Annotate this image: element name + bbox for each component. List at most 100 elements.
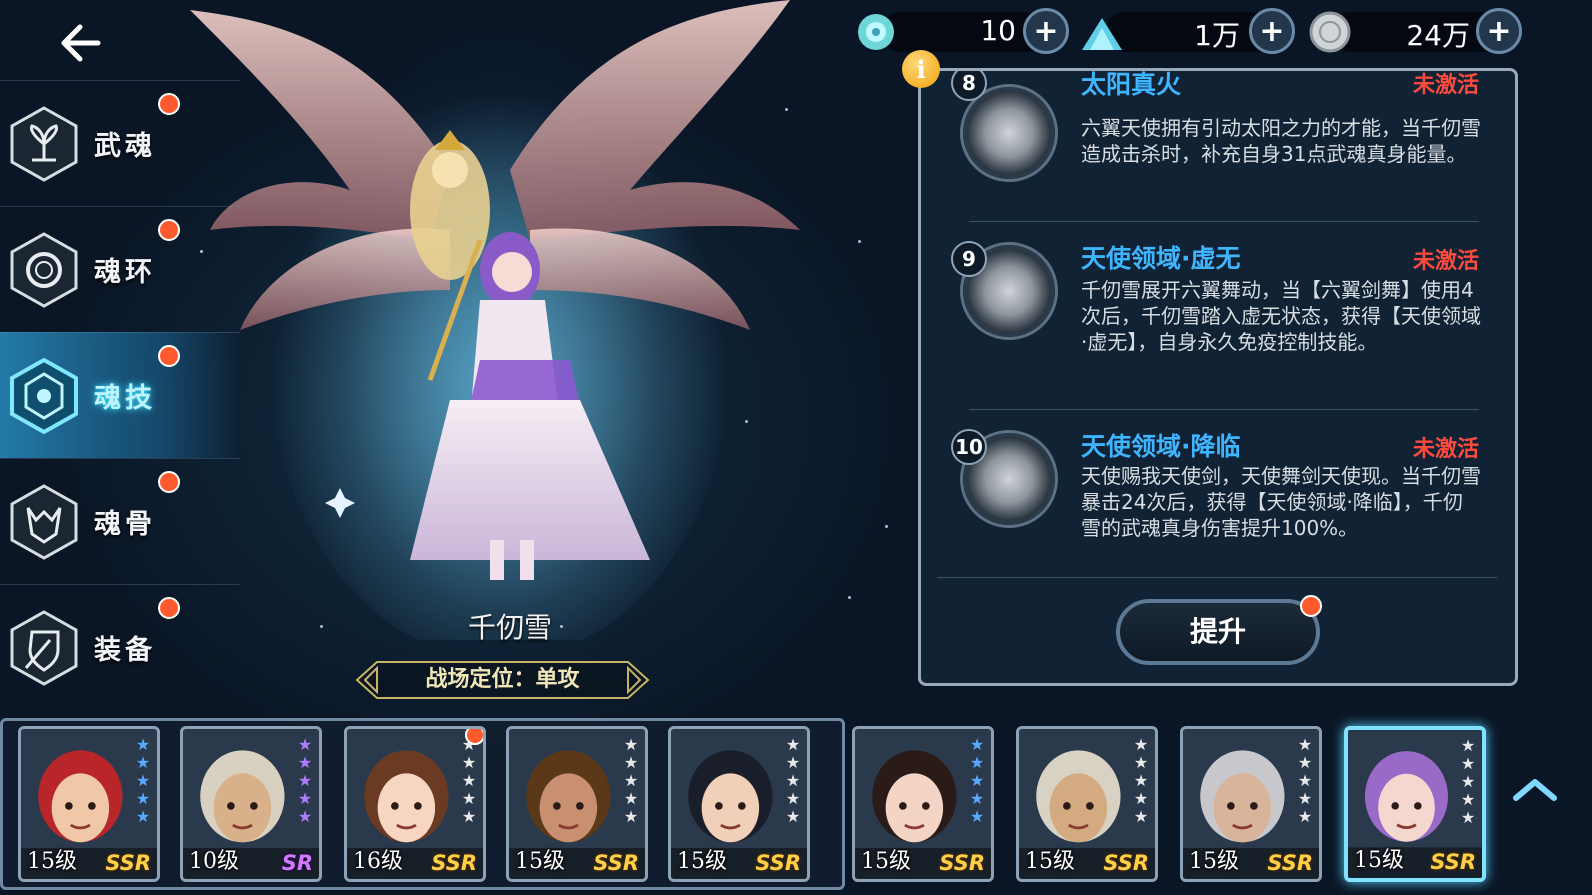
hero-card[interactable]: ★ ★ ★ ★ ★ 15级 SSR: [1180, 726, 1322, 882]
hero-card[interactable]: ★ ★ ★ ★ ★ 15级 SSR: [852, 726, 994, 882]
star-icon: ★: [969, 807, 985, 826]
skill-title: 太阳真火: [1081, 71, 1182, 99]
star-icon: ★: [623, 771, 639, 790]
hero-rarity: SSR: [593, 851, 639, 875]
soul-bone-icon: [10, 483, 78, 560]
menu-item-zhuangbei[interactable]: 装备: [0, 584, 240, 710]
skill-description: 千仞雪展开六翼舞动，当【六翼剑舞】使用4次后，千仞雪踏入虚无状态，获得【天使领域…: [1081, 278, 1481, 354]
star-icon: ★: [1460, 790, 1476, 809]
star-icon: ★: [135, 735, 151, 754]
hero-card[interactable]: ★ ★ ★ ★ ★ 15级 SSR: [18, 726, 160, 882]
skill-divider: [969, 221, 1479, 222]
soul-crystal-icon: [858, 14, 894, 50]
hero-card[interactable]: ★ ★ ★ ★ ★ 16级 SSR: [344, 726, 486, 882]
add-soul-crystal-button[interactable]: +: [1023, 8, 1069, 54]
star-icon: ★: [969, 735, 985, 754]
skill-list[interactable]: 8 太阳真火 未激活 六翼天使拥有引动太阳之力的才能，当千仞雪造成击杀时，补充自…: [921, 71, 1515, 576]
star-icon: ★: [135, 789, 151, 808]
character-name: 千仞雪: [467, 611, 552, 644]
equipment-icon: [10, 609, 78, 686]
menu-item-wuhun[interactable]: 武魂: [0, 80, 240, 206]
character-portrait: [190, 0, 800, 640]
hero-card[interactable]: ★ ★ ★ ★ ★ 15级 SSR: [1344, 726, 1486, 882]
hero-card[interactable]: ★ ★ ★ ★ ★ 15级 SSR: [506, 726, 648, 882]
star-icon: ★: [969, 753, 985, 772]
star-rating: ★ ★ ★ ★ ★: [785, 737, 801, 825]
notification-dot: [158, 597, 180, 619]
panel-divider: [937, 577, 1497, 578]
hero-rarity: SR: [281, 851, 313, 875]
star-rating: ★ ★ ★ ★ ★: [1133, 737, 1149, 825]
star-icon: ★: [785, 807, 801, 826]
star-icon: ★: [1133, 753, 1149, 772]
star-rating: ★ ★ ★ ★ ★: [969, 737, 985, 825]
star-icon: ★: [461, 807, 477, 826]
hero-rarity: SSR: [939, 851, 985, 875]
star-icon: ★: [297, 753, 313, 772]
star-icon: ★: [461, 753, 477, 772]
star-icon: ★: [1460, 754, 1476, 773]
hero-level: 16级: [353, 849, 403, 874]
star-rating: ★ ★ ★ ★ ★: [297, 737, 313, 825]
hero-card[interactable]: ★ ★ ★ ★ ★ 15级 SSR: [1016, 726, 1158, 882]
star-icon: ★: [1133, 735, 1149, 754]
spirit-sand-icon: [1082, 18, 1122, 50]
star-icon: ★: [1133, 771, 1149, 790]
silver-coin-icon: [1309, 11, 1351, 53]
side-menu: 武魂 魂环 魂技 魂骨 装备: [0, 80, 240, 710]
hero-card[interactable]: ★ ★ ★ ★ ★ 10级 SR: [180, 726, 322, 882]
hero-level: 15级: [1025, 849, 1075, 874]
star-icon: ★: [297, 789, 313, 808]
silver-coin-amount: 24万: [1406, 19, 1470, 52]
soul-skill-icon: [10, 357, 78, 434]
chevron-up-icon[interactable]: [1510, 770, 1560, 810]
star-icon: ★: [969, 789, 985, 808]
hero-level: 15级: [1189, 849, 1239, 874]
hero-rarity: SSR: [1103, 851, 1149, 875]
upgrade-button[interactable]: 提升: [1116, 595, 1322, 665]
hero-level: 15级: [677, 849, 727, 874]
star-icon: ★: [1297, 771, 1313, 790]
menu-item-hungu[interactable]: 魂骨: [0, 458, 240, 584]
star-icon: ★: [623, 789, 639, 808]
star-icon: ★: [461, 771, 477, 790]
hero-rarity: SSR: [755, 851, 801, 875]
star-icon: ★: [1297, 807, 1313, 826]
star-icon: ★: [135, 771, 151, 790]
hero-rarity: SSR: [105, 851, 151, 875]
star-icon: ★: [623, 753, 639, 772]
back-button[interactable]: [52, 18, 108, 68]
skill-title: 天使领域·降临: [1081, 432, 1241, 461]
hero-card[interactable]: ★ ★ ★ ★ ★ 15级 SSR: [668, 726, 810, 882]
menu-item-hunhuan[interactable]: 魂环: [0, 206, 240, 332]
hero-level: 15级: [1354, 848, 1404, 873]
menu-label-hunhuan: 魂环: [94, 257, 156, 288]
star-icon: ★: [785, 753, 801, 772]
menu-item-hunji[interactable]: 魂技: [0, 332, 240, 458]
soul-crystal-amount: 10: [980, 14, 1016, 47]
star-icon: ★: [1297, 753, 1313, 772]
hero-level: 15级: [27, 849, 77, 874]
skill-number-badge: 10: [951, 429, 987, 465]
notification-dot: [158, 219, 180, 241]
add-silver-coin-button[interactable]: +: [1476, 8, 1522, 54]
star-icon: ★: [785, 735, 801, 754]
soul-ring-icon: [10, 231, 78, 308]
star-icon: ★: [1133, 807, 1149, 826]
hero-level: 15级: [861, 849, 911, 874]
star-icon: ★: [297, 807, 313, 826]
star-rating: ★ ★ ★ ★ ★: [135, 737, 151, 825]
star-icon: ★: [1133, 789, 1149, 808]
role-label: 战场定位：单攻: [425, 667, 580, 692]
skill-description: 六翼天使拥有引动太阳之力的才能，当千仞雪造成击杀时，补充自身31点武魂真身能量。: [1081, 116, 1481, 166]
skill-status: 未激活: [1412, 73, 1479, 98]
add-spirit-sand-button[interactable]: +: [1249, 8, 1295, 54]
info-icon[interactable]: i: [902, 50, 940, 88]
notification-dot: [1300, 595, 1322, 617]
star-icon: ★: [623, 735, 639, 754]
skill-status: 未激活: [1412, 249, 1479, 274]
skill-status: 未激活: [1412, 437, 1479, 462]
skill-title: 天使领域·虚无: [1081, 244, 1241, 273]
role-banner: 战场定位：单攻: [355, 660, 650, 700]
star-rating: ★ ★ ★ ★ ★: [461, 737, 477, 825]
